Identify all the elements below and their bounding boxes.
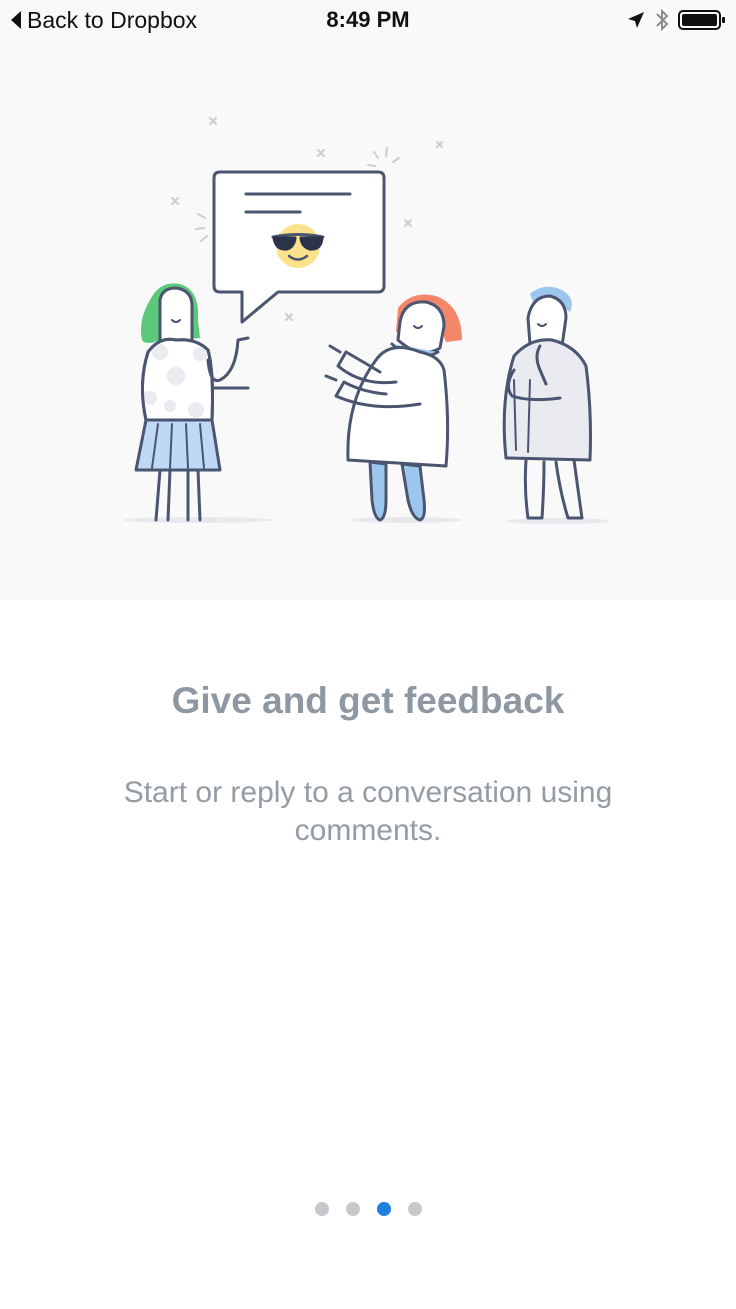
onboarding-screen: Back to Dropbox 8:49 PM Give and get fee…: [0, 0, 736, 1309]
page-dot-3[interactable]: [376, 1202, 391, 1216]
location-arrow-icon: [628, 12, 644, 28]
status-bar: Back to Dropbox 8:49 PM: [0, 0, 736, 40]
bluetooth-icon: [656, 8, 669, 32]
onboarding-description: Start or reply to a conversation using c…: [123, 776, 613, 847]
onboarding-title: Give and get feedback: [171, 680, 565, 721]
page-dot-1[interactable]: [314, 1202, 329, 1216]
page-dot-4[interactable]: [407, 1202, 422, 1216]
page-dot-2[interactable]: [345, 1202, 360, 1216]
illustration-svg: [123, 117, 610, 524]
feedback-illustration: [0, 0, 736, 600]
battery-icon: [678, 10, 725, 30]
status-icons: [626, 7, 726, 33]
page-indicator: [0, 1202, 736, 1216]
